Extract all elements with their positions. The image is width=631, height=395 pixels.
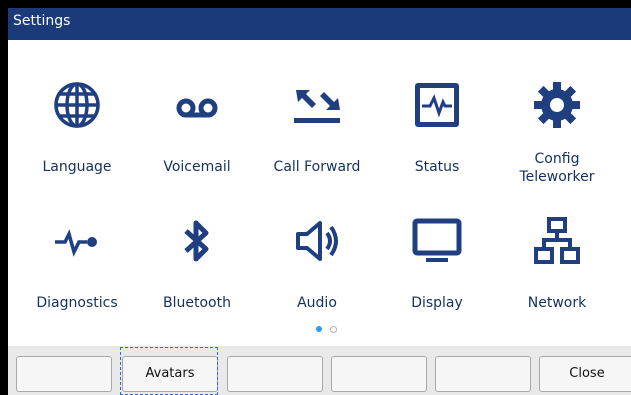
- tile-audio[interactable]: Audio: [258, 216, 376, 336]
- speaker-icon: [292, 216, 342, 266]
- softkey-4[interactable]: [331, 356, 427, 392]
- tile-display[interactable]: Display: [378, 216, 496, 336]
- tile-config-teleworker[interactable]: Config Teleworker: [498, 80, 616, 200]
- tile-label: Language: [42, 159, 112, 175]
- tile-label: Diagnostics: [36, 295, 118, 311]
- diagnostics-icon: [52, 216, 102, 266]
- status-icon: [412, 80, 462, 130]
- globe-icon: [52, 80, 102, 130]
- close-button[interactable]: Close: [539, 356, 631, 392]
- tile-label: Bluetooth: [163, 295, 231, 311]
- tile-voicemail[interactable]: Voicemail: [138, 80, 256, 200]
- tile-call-forward[interactable]: Call Forward: [258, 80, 376, 200]
- softkey-3[interactable]: [227, 356, 323, 392]
- tile-label: Status: [414, 159, 460, 175]
- monitor-icon: [412, 216, 462, 266]
- settings-grid: Language Voicemail Call Forward Status C…: [8, 40, 631, 340]
- gear-icon: [532, 80, 582, 130]
- tile-bluetooth[interactable]: Bluetooth: [138, 216, 256, 336]
- page-indicator: [8, 326, 631, 334]
- tile-label: Audio: [297, 295, 337, 311]
- voicemail-icon: [172, 80, 222, 130]
- tile-label: Voicemail: [163, 159, 231, 175]
- tile-status[interactable]: Status: [378, 80, 496, 200]
- page-dot-inactive: [330, 326, 337, 333]
- softkey-5[interactable]: [435, 356, 531, 392]
- page-dot-active: [316, 326, 322, 332]
- title-bar: Settings: [8, 8, 631, 40]
- tile-label: Config Teleworker: [519, 151, 595, 185]
- page-title: Settings: [13, 13, 71, 29]
- tile-diagnostics[interactable]: Diagnostics: [18, 216, 136, 336]
- tile-label: Display: [411, 295, 463, 311]
- settings-screen: Settings Language Voicemail Call Forward…: [8, 8, 631, 395]
- network-icon: [532, 216, 582, 266]
- avatars-button[interactable]: Avatars: [122, 356, 218, 392]
- softkey-1[interactable]: [16, 356, 112, 392]
- tile-label: Call Forward: [273, 159, 361, 175]
- call-forward-icon: [292, 80, 342, 130]
- softkey-bar: Avatars Close: [8, 346, 631, 395]
- tile-language[interactable]: Language: [18, 80, 136, 200]
- bluetooth-icon: [172, 216, 222, 266]
- tile-network[interactable]: Network: [498, 216, 616, 336]
- tile-label: Network: [527, 295, 587, 311]
